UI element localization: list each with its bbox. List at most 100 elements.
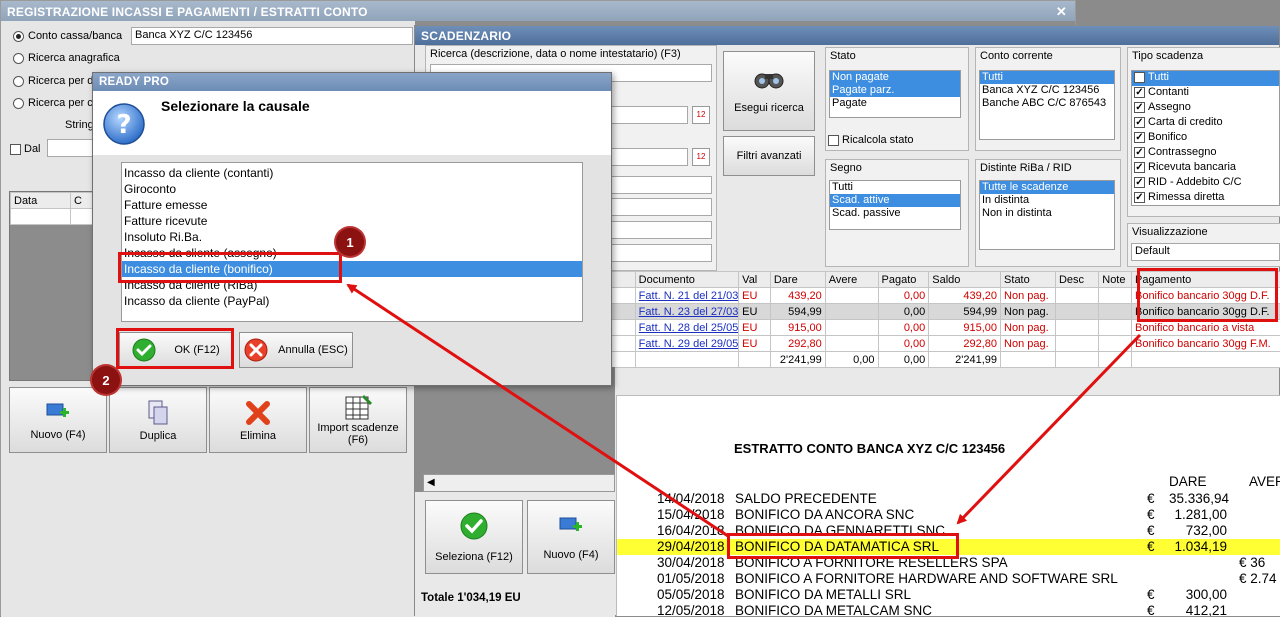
col-dare[interactable]: Dare [770,272,825,288]
list-item[interactable]: Pagate parz. [830,84,960,97]
list-item[interactable]: Giroconto [122,181,582,197]
col-documento[interactable]: Documento [635,272,739,288]
list-item[interactable]: Incasso da cliente (PayPal) [122,293,582,309]
cell-dare: 594,99 [770,304,825,320]
estratto-conto-document: ESTRATTO CONTO BANCA XYZ C/C 123456 DARE… [616,395,1280,616]
col-val[interactable]: Val [739,272,771,288]
segno-list[interactable]: Tutti Scad. attive Scad. passive [829,180,961,230]
scadenzario-titlebar[interactable]: SCADENZARIO [415,26,1279,45]
checkbox-icon [10,144,21,155]
col-avere[interactable]: Avere [825,272,878,288]
list-item[interactable]: ✓RID - Addebito C/C [1132,176,1279,191]
duplica-button[interactable]: Duplica [109,387,207,453]
calendar-icon[interactable]: 12 [692,106,710,124]
tipo-label: Contanti [1148,86,1189,98]
scrollbar[interactable]: ◀ [423,474,615,492]
list-item[interactable]: ✓Assegno [1132,101,1279,116]
col-saldo[interactable]: Saldo [929,272,1001,288]
tipo-label: Tutti [1148,71,1169,83]
list-item[interactable]: In distinta [980,194,1114,207]
cell-stato: Non pag. [1001,336,1056,352]
list-item[interactable]: ✓Contrassegno [1132,146,1279,161]
esegui-ricerca-button[interactable]: Esegui ricerca [723,51,815,131]
annulla-button[interactable]: Annulla (ESC) [239,332,353,368]
row-dare: 300,00 [1169,587,1227,602]
registrazione-titlebar[interactable]: REGISTRAZIONE INCASSI E PAGAMENTI / ESTR… [1,1,1075,21]
list-item[interactable]: Fatture emesse [122,197,582,213]
calendar-icon[interactable]: 12 [692,148,710,166]
list-item[interactable]: ✓Carta di credito [1132,116,1279,131]
ricalcola-checkbox[interactable]: Ricalcola stato [828,134,914,146]
list-item[interactable]: Non in distinta [980,207,1114,220]
list-item[interactable]: ✓Rimessa diretta [1132,191,1279,206]
list-item[interactable]: Tutte le scadenze [980,181,1114,194]
documento-link[interactable]: Fatt. N. 29 del 29/05/2018 [639,338,739,350]
list-item[interactable]: Pagate [830,97,960,110]
list-item[interactable]: ✓Ricevuta bancaria [1132,161,1279,176]
import-scadenze-button[interactable]: Import scadenze (F6) [309,387,407,453]
documento-link[interactable]: Fatt. N. 21 del 21/03/2018 [639,290,739,302]
step-badge-1: 1 [336,228,364,256]
checkbox-icon: ✓ [1134,147,1145,158]
elimina-button[interactable]: Elimina [209,387,307,453]
cell-avere [825,304,878,320]
distinte-list[interactable]: Tutte le scadenze In distinta Non in dis… [979,180,1115,250]
dialog-title: READY PRO [99,76,169,88]
list-item: 15/04/2018 BONIFICO DA ANCORA SNC € 1.28… [617,507,1280,523]
visualizzazione-select[interactable]: Default [1131,243,1280,261]
option-ricerca-d[interactable]: Ricerca per d [13,75,93,87]
scadenzario-bottom-panel: Seleziona (F12) Nuovo (F4) Totale 1'034,… [415,492,615,617]
cell-dare: 439,20 [770,288,825,304]
filtri-avanzati-button[interactable]: Filtri avanzati [723,136,815,176]
option-ricerca-anagrafica[interactable]: Ricerca anagrafica [13,52,120,64]
close-icon[interactable]: ✕ [1056,4,1067,20]
option-conto-cassa[interactable]: Conto cassa/banca [13,30,122,42]
row-date: 29/04/2018 [657,539,725,554]
cell-stato: Non pag. [1001,288,1056,304]
conto-title: Conto corrente [976,48,1120,64]
list-item[interactable]: Fatture ricevute [122,213,582,229]
conto-list[interactable]: Tutti Banca XYZ C/C 123456 Banche ABC C/… [979,70,1115,140]
nuovo-button[interactable]: Nuovo (F4) [9,387,107,453]
checkbox-icon: ✓ [1134,87,1145,98]
list-item[interactable]: Scad. attive [830,194,960,207]
row-dare: 732,00 [1169,523,1227,538]
row-date: 15/04/2018 [657,507,725,522]
col-stato[interactable]: Stato [1001,272,1056,288]
cell-dare: 915,00 [770,320,825,336]
dal-checkbox[interactable]: Dal [10,143,41,155]
list-item[interactable]: ✓Contanti [1132,86,1279,101]
list-item[interactable]: Banche ABC C/C 876543 [980,97,1114,110]
conto-cassa-input[interactable]: Banca XYZ C/C 123456 [131,27,413,45]
cell-val: EU [739,304,771,320]
tipo-list[interactable]: ✓Tutti ✓Contanti ✓Assegno ✓Carta di cred… [1131,70,1280,206]
list-item[interactable]: Tutti [980,71,1114,84]
list-item[interactable]: Non pagate [830,71,960,84]
list-item[interactable]: Banca XYZ C/C 123456 [980,84,1114,97]
dal-input[interactable] [47,139,97,157]
col-note[interactable]: Note [1099,272,1132,288]
list-item[interactable]: Tutti [830,181,960,194]
row-desc: BONIFICO DA METALLI SRL [735,587,911,602]
list-item[interactable]: ✓Bonifico [1132,131,1279,146]
list-item[interactable]: ✓Tutti [1132,71,1279,86]
list-item[interactable]: Incasso da cliente (contanti) [122,165,582,181]
documento-link[interactable]: Fatt. N. 23 del 27/03/2018 [639,306,739,318]
stato-list[interactable]: Non pagate Pagate parz. Pagate [829,70,961,118]
option-ricerca-c[interactable]: Ricerca per c [13,97,93,109]
col-pagato[interactable]: Pagato [878,272,929,288]
checkbox-icon: ✓ [1134,117,1145,128]
list-item[interactable]: Scad. passive [830,207,960,220]
table-row[interactable] [11,209,71,225]
documento-link[interactable]: Fatt. N. 28 del 25/05/2018 [639,322,739,334]
seleziona-button[interactable]: Seleziona (F12) [425,500,523,574]
col-desc[interactable]: Desc [1055,272,1098,288]
nuovo-scadenza-button[interactable]: Nuovo (F4) [527,500,615,574]
checkbox-icon: ✓ [1134,162,1145,173]
row-date: 05/05/2018 [657,587,725,602]
col-data[interactable]: Data [11,193,71,209]
scroll-left-icon[interactable]: ◀ [427,477,435,488]
dialog-titlebar[interactable]: READY PRO [93,73,611,91]
total-saldo: 2'241,99 [929,352,1001,368]
row-currency: € [1147,539,1155,554]
